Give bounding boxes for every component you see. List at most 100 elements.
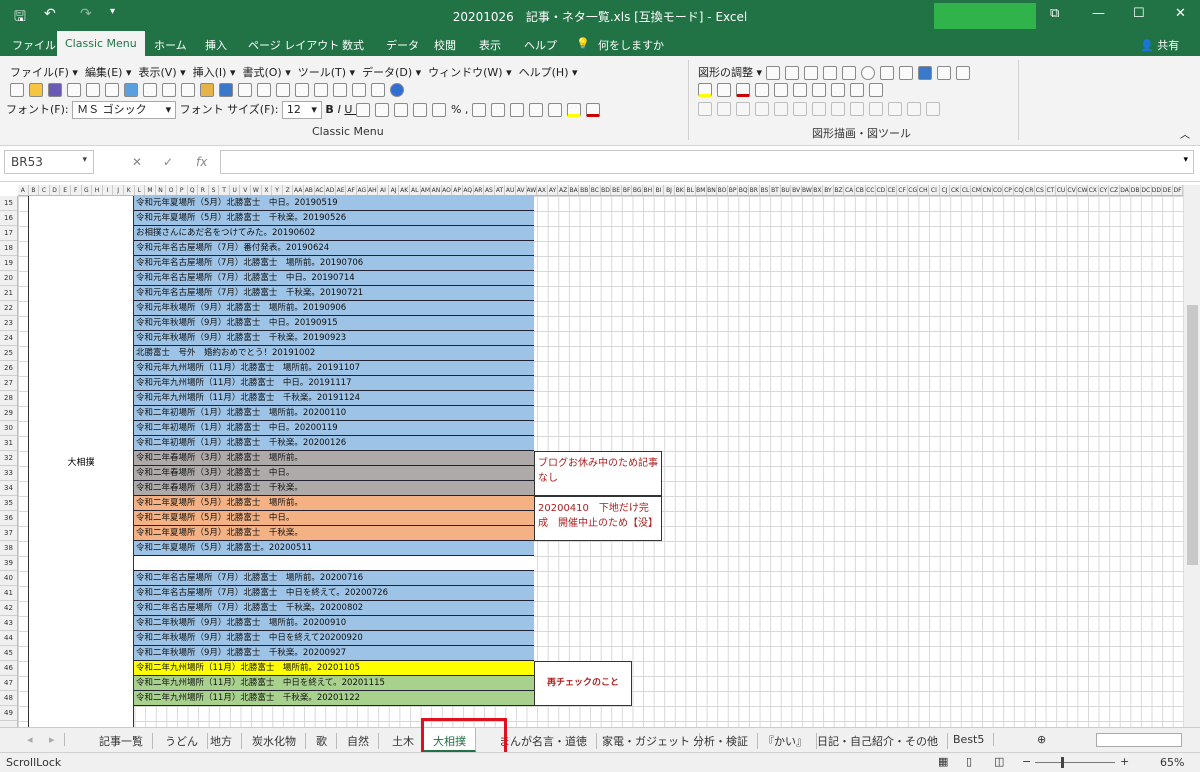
borders-icon[interactable] (547, 103, 562, 117)
column-header[interactable]: N (156, 185, 167, 195)
font-size-select[interactable]: 12 ▾ (281, 101, 322, 119)
row-header[interactable]: 32 (0, 451, 17, 466)
column-header[interactable]: X (262, 185, 273, 195)
article-row[interactable]: 令和二年秋場所（9月）北勝富士 中日を終えて20200920 (134, 631, 534, 646)
adjust-shapes-menu[interactable]: 図形の調整 (698, 66, 753, 79)
prev-sheet-icon[interactable]: ◂ (18, 733, 42, 746)
article-row[interactable]: 令和二年九州場所（11月）北勝富士 千秋楽。20201122 (134, 691, 534, 706)
sheet-tab[interactable]: Best5 (944, 733, 995, 746)
column-header[interactable]: BG (632, 185, 644, 195)
column-header[interactable]: DD (1152, 185, 1163, 195)
shape-fill-icon[interactable] (698, 83, 712, 97)
column-header[interactable]: T (219, 185, 230, 195)
column-header[interactable]: H (92, 185, 103, 195)
column-header[interactable]: V (240, 185, 252, 195)
column-header[interactable]: BI (654, 185, 665, 195)
autosum-icon[interactable] (276, 83, 290, 97)
currency-icon[interactable] (431, 103, 446, 117)
color-icon[interactable] (717, 102, 731, 116)
align-center-icon[interactable] (374, 103, 389, 117)
column-header[interactable]: BK (675, 185, 686, 195)
column-header[interactable]: AN (431, 185, 442, 195)
zoom-slider[interactable] (1035, 757, 1115, 768)
select-objects-icon[interactable] (765, 66, 780, 80)
more-contrast-icon[interactable] (736, 102, 750, 116)
row-header[interactable]: 45 (0, 646, 17, 661)
article-row[interactable]: 令和二年初場所（1月）北勝富士 中日。20200119 (134, 421, 534, 436)
select-multiple-icon[interactable] (869, 83, 883, 97)
copy-icon[interactable] (162, 83, 176, 97)
row-header[interactable]: 34 (0, 481, 17, 496)
column-header[interactable]: AB (304, 185, 315, 195)
row-header[interactable]: 25 (0, 346, 17, 361)
font-color-icon[interactable] (585, 103, 600, 117)
menu-file[interactable]: ファイル(F) (10, 66, 69, 79)
sheet-tab[interactable]: 地方 (201, 733, 242, 749)
column-header[interactable]: S (209, 185, 220, 195)
column-header[interactable]: AF (346, 185, 357, 195)
zoom-slider-thumb[interactable] (1061, 757, 1064, 768)
column-header[interactable]: CF (897, 185, 908, 195)
category-cell[interactable]: 大相撲 (28, 196, 134, 727)
column-header[interactable]: Z (283, 185, 294, 195)
article-row[interactable]: 令和二年春場所（3月）北勝富士 千秋楽。 (134, 481, 534, 496)
column-header[interactable]: CI (929, 185, 940, 195)
tab-home[interactable]: ホーム (154, 37, 187, 53)
column-header[interactable]: A (18, 185, 29, 195)
article-row[interactable]: 令和二年名古屋場所（7月）北勝富士 場所前。20200716 (134, 571, 534, 586)
row-header[interactable]: 29 (0, 406, 17, 421)
rotate-icon[interactable] (831, 102, 845, 116)
vertical-scrollbar[interactable] (1183, 185, 1200, 727)
column-header[interactable]: CK (950, 185, 961, 195)
minimize-button[interactable]: — (1092, 6, 1105, 21)
column-header[interactable]: BU (781, 185, 792, 195)
page-break-view-icon[interactable]: ◫ (994, 755, 1004, 768)
sheet-tab[interactable]: 自然 (338, 733, 379, 749)
line-style-icon[interactable] (755, 83, 769, 97)
column-header[interactable]: DA (1120, 185, 1131, 195)
less-brightness-icon[interactable] (793, 102, 807, 116)
column-header[interactable]: CV (1067, 185, 1078, 195)
menu-edit[interactable]: 編集(E) (85, 66, 123, 79)
column-header[interactable]: AX (537, 185, 548, 195)
column-header[interactable]: CR (1024, 185, 1035, 195)
column-header[interactable]: AI (378, 185, 389, 195)
column-header[interactable]: BZ (834, 185, 845, 195)
3d-icon[interactable] (831, 83, 845, 97)
column-header[interactable]: DB (1130, 185, 1141, 195)
tab-insert[interactable]: 挿入 (205, 37, 227, 53)
article-row[interactable]: 令和二年初場所（1月）北勝富士 千秋楽。20200126 (134, 436, 534, 451)
column-header[interactable]: BC (590, 185, 601, 195)
column-header[interactable]: DF (1173, 185, 1183, 195)
column-header[interactable]: CX (1088, 185, 1099, 195)
column-header[interactable]: CO (993, 185, 1004, 195)
more-brightness-icon[interactable] (774, 102, 788, 116)
article-row[interactable]: 北勝富士 号外 婚約おめでとう！20191002 (134, 346, 534, 361)
article-row[interactable]: 令和二年春場所（3月）北勝富士 場所前。 (134, 451, 534, 466)
tab-page-layout[interactable]: ページ レイアウト (248, 37, 339, 53)
font-color-icon[interactable] (736, 83, 750, 97)
row-header[interactable]: 22 (0, 301, 17, 316)
shapes-icon[interactable] (784, 66, 799, 80)
percent-button[interactable]: % (451, 103, 465, 116)
column-header[interactable]: CY (1099, 185, 1110, 195)
column-header[interactable]: BL (685, 185, 696, 195)
row-header[interactable]: 16 (0, 211, 17, 226)
column-header[interactable]: BJ (664, 185, 675, 195)
sort-asc-icon[interactable] (295, 83, 309, 97)
row-header[interactable]: 37 (0, 526, 17, 541)
oval-icon[interactable] (860, 66, 875, 80)
share-button[interactable]: 👤 共有 (1140, 37, 1179, 53)
column-header[interactable]: AR (474, 185, 485, 195)
cancel-icon[interactable]: ✕ (132, 155, 142, 169)
column-header[interactable]: C (39, 185, 50, 195)
attach-icon[interactable] (67, 83, 81, 97)
bold-button[interactable]: B (325, 103, 337, 116)
shadow-icon[interactable] (812, 83, 826, 97)
column-header[interactable]: CM (971, 185, 983, 195)
next-sheet-icon[interactable]: ▸ (40, 733, 65, 746)
article-row[interactable]: 令和元年名古屋場所（7月）番付発表。20190624 (134, 241, 534, 256)
column-header[interactable]: BP (728, 185, 739, 195)
wordart-icon[interactable] (917, 66, 932, 80)
column-header[interactable]: BA (569, 185, 580, 195)
